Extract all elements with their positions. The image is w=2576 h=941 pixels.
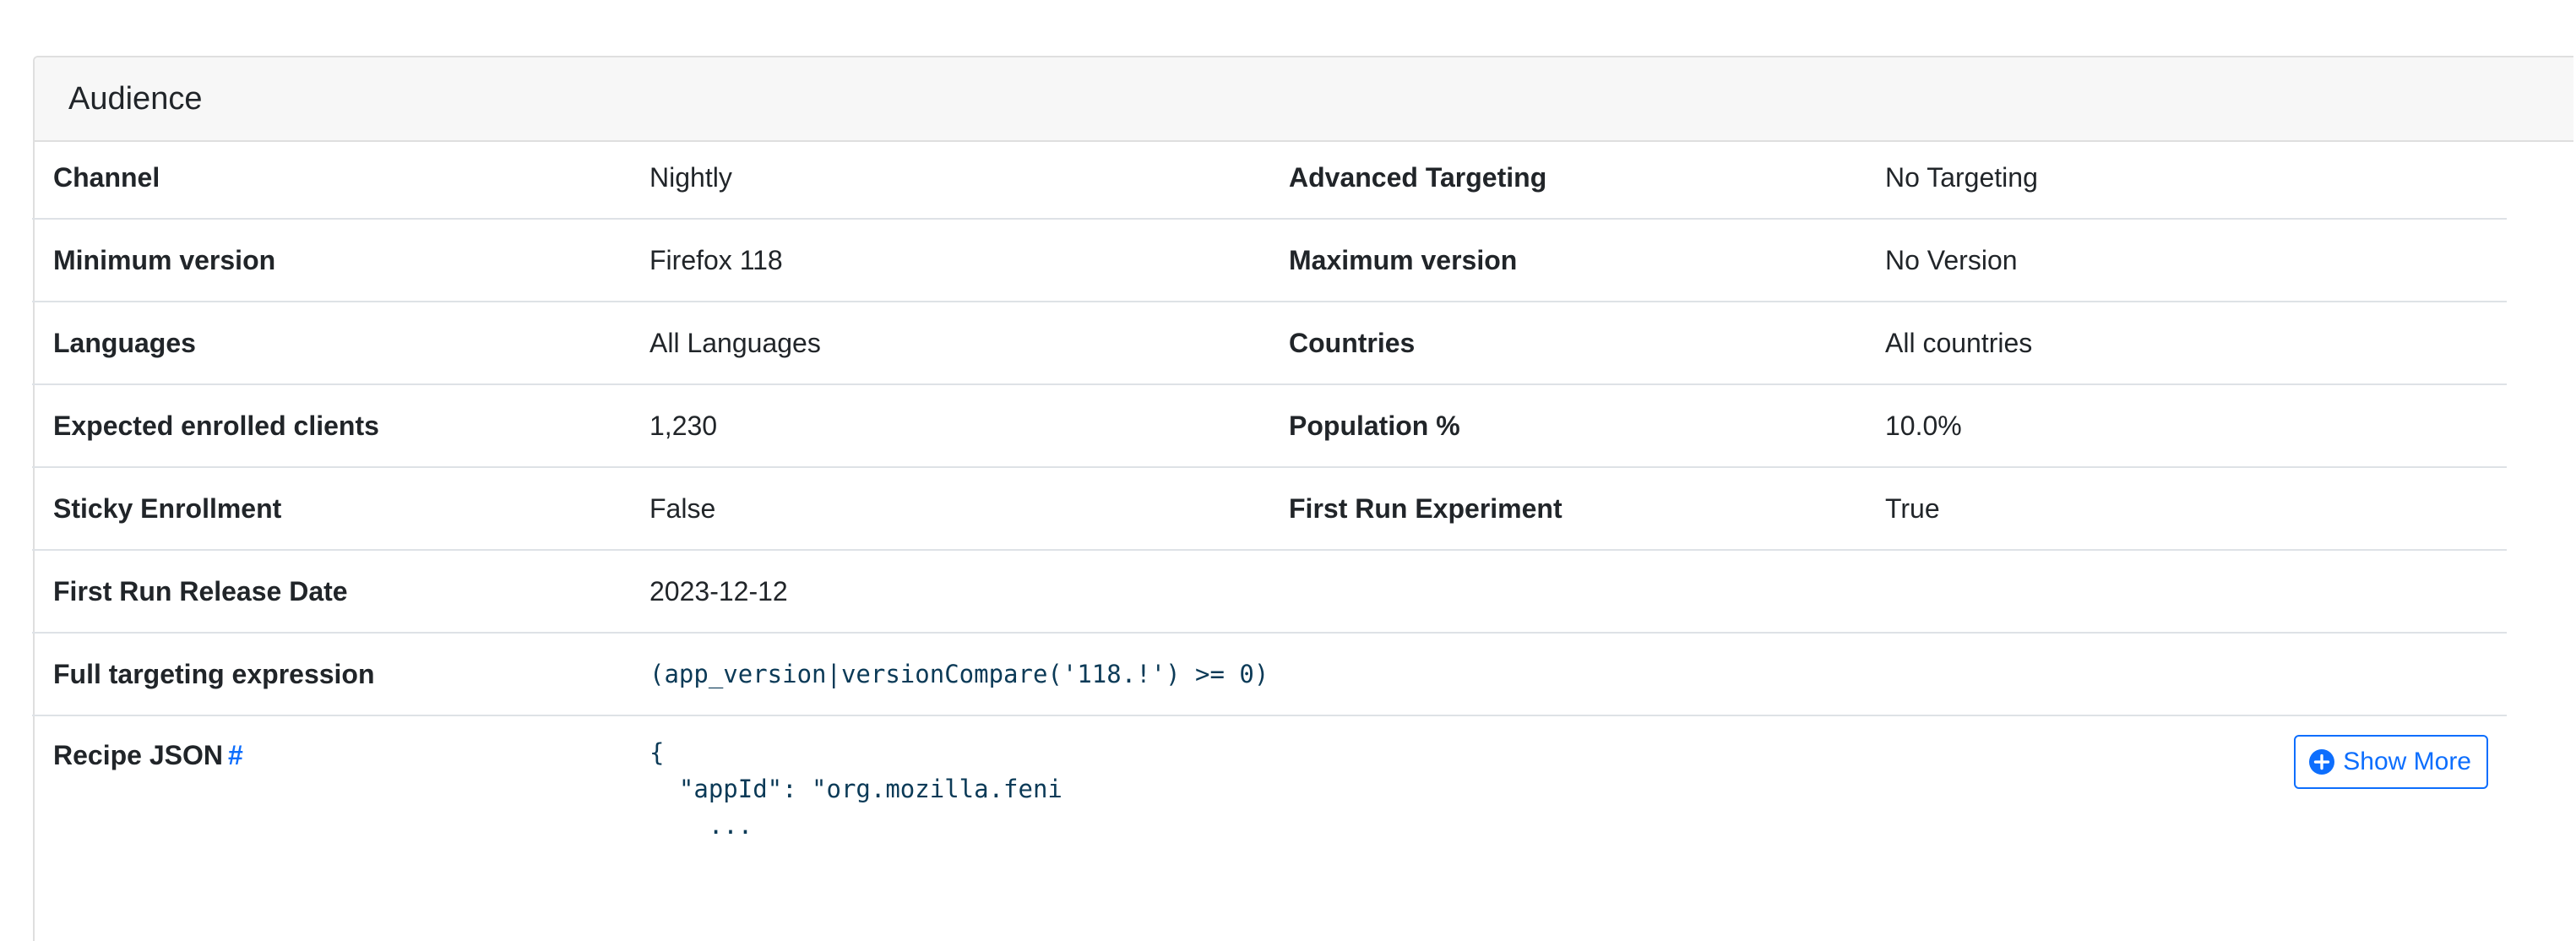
- recipe-label-cell: Recipe JSON #: [32, 740, 649, 771]
- row-label: Channel: [53, 161, 160, 193]
- row-label: Minimum version: [53, 244, 276, 275]
- row-label: Countries: [1289, 327, 1416, 358]
- row-value: Nightly: [649, 161, 732, 193]
- row-label: Advanced Targeting: [1289, 161, 1547, 193]
- row-value: No Targeting: [1885, 161, 2038, 193]
- show-more-label: Show More: [2343, 748, 2471, 775]
- recipe-json-preview: { "appId": "org.mozilla.feni ...: [649, 738, 1062, 840]
- row-value: True: [1885, 492, 1940, 524]
- row-value: No Version: [1885, 244, 2018, 275]
- row-label: First Run Experiment: [1289, 492, 1562, 524]
- table-row: Languages All Languages Countries All co…: [32, 302, 2507, 385]
- row-label: Expected enrolled clients: [53, 410, 379, 441]
- row-label: Population %: [1289, 410, 1460, 441]
- row-value: All countries: [1885, 327, 2033, 358]
- row-label: Languages: [53, 327, 196, 358]
- targeting-label: Full targeting expression: [53, 658, 375, 689]
- plus-circle-icon: [2309, 749, 2335, 775]
- row-label: Maximum version: [1289, 244, 1518, 275]
- table-row: Expected enrolled clients 1,230 Populati…: [32, 385, 2507, 468]
- show-more-wrap: Show More: [1062, 735, 2507, 789]
- show-more-button[interactable]: Show More: [2294, 735, 2488, 789]
- row-value: Firefox 118: [649, 244, 783, 275]
- table-row: Minimum version Firefox 118 Maximum vers…: [32, 220, 2507, 302]
- row-value: 10.0%: [1885, 410, 1962, 441]
- row-value: False: [649, 492, 716, 524]
- table-row-targeting: Full targeting expression (app_version|v…: [32, 634, 2507, 716]
- recipe-label: Recipe JSON: [53, 740, 223, 770]
- card-header-title: Audience: [35, 57, 2573, 142]
- row-value: 2023-12-12: [649, 575, 788, 606]
- table-row: Channel Nightly Advanced Targeting No Ta…: [32, 137, 2507, 220]
- row-value: 1,230: [649, 410, 718, 441]
- audience-table: Channel Nightly Advanced Targeting No Ta…: [32, 137, 2507, 851]
- recipe-anchor-link[interactable]: #: [228, 740, 243, 770]
- table-row: First Run Release Date 2023-12-12: [32, 551, 2507, 634]
- table-row: Sticky Enrollment False First Run Experi…: [32, 468, 2507, 551]
- targeting-expression: (app_version|versionCompare('118.!') >= …: [649, 660, 1269, 688]
- row-value: All Languages: [649, 327, 821, 358]
- table-row-recipe: Recipe JSON # { "appId": "org.mozilla.fen…: [32, 716, 2507, 851]
- row-label: Sticky Enrollment: [53, 492, 282, 524]
- row-label: First Run Release Date: [53, 575, 348, 606]
